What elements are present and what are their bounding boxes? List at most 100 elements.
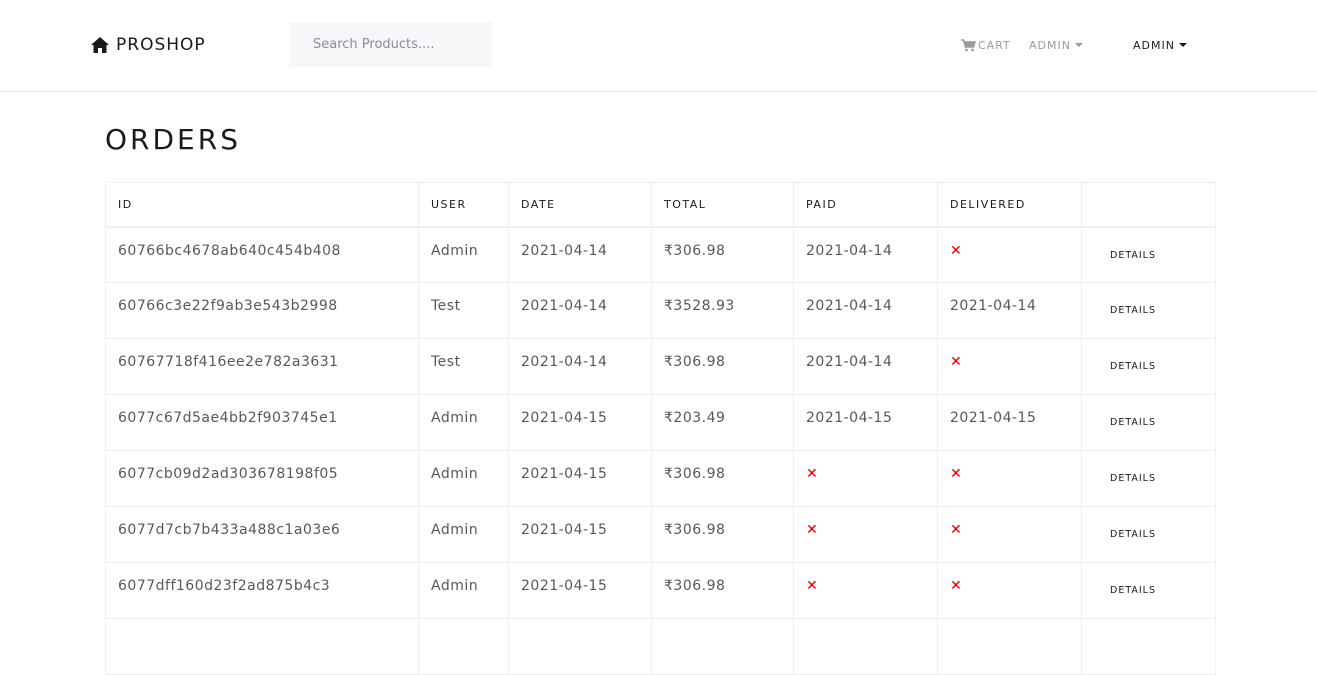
- order-paid-cell: ✕: [793, 450, 938, 507]
- nav-admin-label: ADMIN: [1133, 38, 1175, 52]
- order-paid-cell: 2021-04-15: [793, 394, 938, 451]
- details-button[interactable]: DETAILS: [1110, 529, 1156, 540]
- details-button[interactable]: DETAILS: [1110, 361, 1156, 372]
- brand-name: PROSHOP: [116, 35, 206, 55]
- details-button[interactable]: DETAILS: [1110, 417, 1156, 428]
- nav-user-dropdown[interactable]: ADMIN: [1029, 38, 1083, 52]
- order-user-cell: Test: [418, 282, 509, 339]
- chevron-down-icon: [1178, 43, 1187, 47]
- order-id-cell: 6077cb09d2ad303678198f05: [105, 450, 419, 507]
- times-icon: ✕: [950, 466, 963, 482]
- top-navbar: PROSHOP CART ADMIN ADMIN: [0, 0, 1317, 92]
- order-delivered-cell: 2021-04-14: [937, 282, 1082, 339]
- order-id-cell: 6077dff160d23f2ad875b4c3: [105, 562, 419, 619]
- order-actions-cell: DETAILS: [1081, 338, 1216, 395]
- order-paid-cell: 2021-04-14: [793, 282, 938, 339]
- order-date-cell: 2021-04-14: [508, 338, 652, 395]
- shopping-cart-icon: [961, 38, 976, 52]
- order-total-cell: ₹3528.93: [651, 282, 794, 339]
- details-button[interactable]: DETAILS: [1110, 473, 1156, 484]
- order-id-cell: [105, 618, 419, 675]
- order-actions-cell: DETAILS: [1081, 506, 1216, 563]
- order-id-cell: 60766bc4678ab640c454b408: [105, 226, 419, 283]
- order-id-cell: 60766c3e22f9ab3e543b2998: [105, 282, 419, 339]
- order-actions-cell: DETAILS: [1081, 450, 1216, 507]
- times-icon: ✕: [950, 578, 963, 594]
- details-button[interactable]: DETAILS: [1110, 585, 1156, 596]
- order-actions-cell: [1081, 618, 1216, 675]
- order-date-cell: 2021-04-15: [508, 562, 652, 619]
- order-date-cell: 2021-04-15: [508, 450, 652, 507]
- column-header-total: TOTAL: [651, 182, 794, 228]
- details-button[interactable]: DETAILS: [1110, 250, 1156, 261]
- search-input[interactable]: [289, 22, 492, 67]
- column-header-id: ID: [105, 182, 419, 228]
- home-icon: [90, 36, 110, 54]
- times-icon: ✕: [950, 522, 963, 538]
- order-paid-cell: 2021-04-14: [793, 338, 938, 395]
- order-delivered-cell: ✕: [937, 226, 1082, 283]
- order-user-cell: Admin: [418, 450, 509, 507]
- column-header-user: USER: [418, 182, 509, 228]
- column-header-paid: PAID: [793, 182, 938, 228]
- order-total-cell: ₹306.98: [651, 450, 794, 507]
- table-row: [105, 618, 1216, 675]
- column-header-delivered: DELIVERED: [937, 182, 1082, 228]
- nav-user-label: ADMIN: [1029, 38, 1071, 52]
- order-total-cell: [651, 618, 794, 675]
- order-paid-cell: [793, 618, 938, 675]
- orders-table-body: 60766bc4678ab640c454b408 Admin 2021-04-14 ₹…: [105, 226, 1216, 675]
- order-delivered-cell: ✕: [937, 562, 1082, 619]
- order-total-cell: ₹306.98: [651, 338, 794, 395]
- order-total-cell: ₹306.98: [651, 506, 794, 563]
- order-actions-cell: DETAILS: [1081, 226, 1216, 283]
- table-row: 6077d7cb7b433a488c1a03e6 Admin 2021-04-15 ₹…: [105, 506, 1216, 563]
- order-delivered-cell: ✕: [937, 450, 1082, 507]
- order-actions-cell: DETAILS: [1081, 562, 1216, 619]
- orders-table: ID USER DATE TOTAL PAID DELIVERED 60766b…: [105, 182, 1216, 675]
- chevron-down-icon: [1074, 43, 1083, 47]
- order-id-cell: 6077d7cb7b433a488c1a03e6: [105, 506, 419, 563]
- column-header-actions: [1081, 182, 1216, 228]
- order-delivered-cell: [937, 618, 1082, 675]
- order-user-cell: Admin: [418, 226, 509, 283]
- column-header-date: DATE: [508, 182, 652, 228]
- order-actions-cell: DETAILS: [1081, 394, 1216, 451]
- times-icon: ✕: [950, 354, 963, 370]
- order-date-cell: [508, 618, 652, 675]
- times-icon: ✕: [806, 578, 819, 594]
- order-paid-cell: ✕: [793, 506, 938, 563]
- details-button[interactable]: DETAILS: [1110, 305, 1156, 316]
- nav-cart-label: CART: [978, 38, 1011, 52]
- order-delivered-cell: ✕: [937, 338, 1082, 395]
- table-row: 60766c3e22f9ab3e543b2998 Test 2021-04-14 ₹3…: [105, 282, 1216, 339]
- order-total-cell: ₹306.98: [651, 226, 794, 283]
- nav-cart-link[interactable]: CART: [961, 38, 1011, 52]
- order-user-cell: Test: [418, 338, 509, 395]
- order-date-cell: 2021-04-15: [508, 506, 652, 563]
- nav-admin-dropdown[interactable]: ADMIN: [1133, 38, 1187, 52]
- order-total-cell: ₹306.98: [651, 562, 794, 619]
- order-id-cell: 6077c67d5ae4bb2f903745e1: [105, 394, 419, 451]
- order-paid-cell: ✕: [793, 562, 938, 619]
- order-paid-cell: 2021-04-14: [793, 226, 938, 283]
- times-icon: ✕: [806, 466, 819, 482]
- order-date-cell: 2021-04-14: [508, 282, 652, 339]
- table-row: 60767718f416ee2e782a3631 Test 2021-04-14 ₹3…: [105, 338, 1216, 395]
- order-user-cell: Admin: [418, 394, 509, 451]
- page-title: ORDERS: [105, 123, 241, 156]
- order-delivered-cell: 2021-04-15: [937, 394, 1082, 451]
- table-header-row: ID USER DATE TOTAL PAID DELIVERED: [105, 182, 1216, 228]
- brand-link[interactable]: PROSHOP: [90, 34, 206, 56]
- times-icon: ✕: [806, 522, 819, 538]
- order-date-cell: 2021-04-14: [508, 226, 652, 283]
- times-icon: ✕: [950, 242, 963, 259]
- table-row: 6077cb09d2ad303678198f05 Admin 2021-04-15 ₹…: [105, 450, 1216, 507]
- order-user-cell: Admin: [418, 506, 509, 563]
- table-row: 60766bc4678ab640c454b408 Admin 2021-04-14 ₹…: [105, 226, 1216, 283]
- order-user-cell: Admin: [418, 562, 509, 619]
- table-row: 6077c67d5ae4bb2f903745e1 Admin 2021-04-15 ₹…: [105, 394, 1216, 451]
- order-user-cell: [418, 618, 509, 675]
- order-id-cell: 60767718f416ee2e782a3631: [105, 338, 419, 395]
- table-row: 6077dff160d23f2ad875b4c3 Admin 2021-04-15 ₹…: [105, 562, 1216, 619]
